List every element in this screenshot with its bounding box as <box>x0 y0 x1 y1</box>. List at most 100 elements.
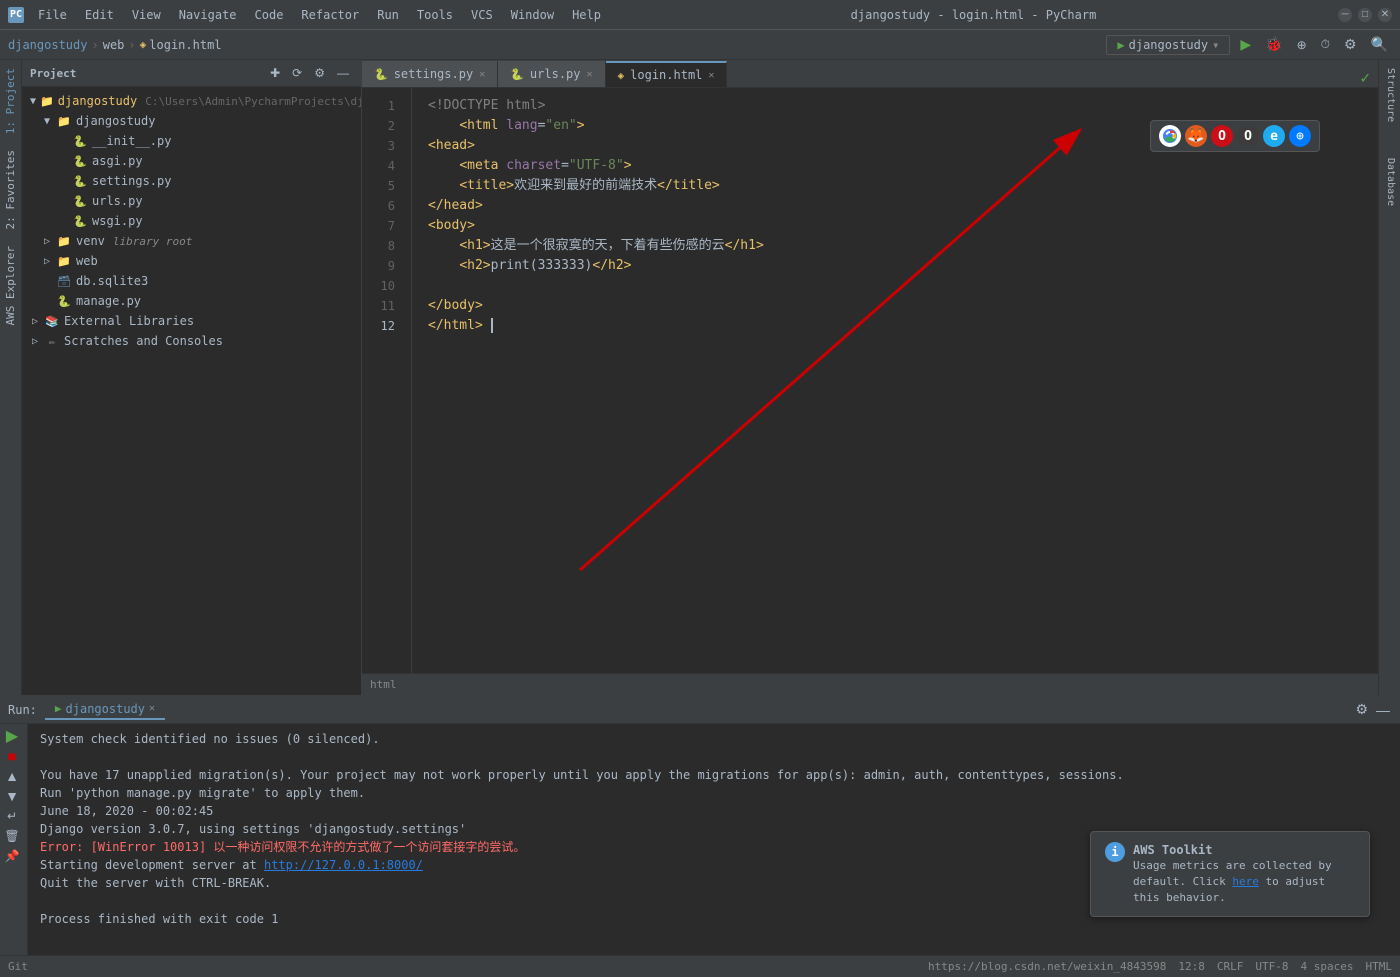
settings-button[interactable]: ⚙ <box>1340 34 1361 55</box>
status-indent: 4 spaces <box>1301 960 1354 973</box>
run-tab-icon: ▶ <box>55 702 62 715</box>
tree-arrow-web: ▷ <box>42 256 52 267</box>
left-side-tabs: 1: Project 2: Favorites AWS Explorer <box>0 60 22 695</box>
file-icon-init: 🐍 <box>72 133 88 149</box>
tab-close-urls[interactable]: ✕ <box>587 69 593 80</box>
structure-tab[interactable]: Structure <box>1379 60 1400 130</box>
new-element-button[interactable]: ✚ <box>266 64 284 82</box>
minimize-button[interactable]: ─ <box>1338 8 1352 22</box>
menu-view[interactable]: View <box>124 6 169 24</box>
coverage-button[interactable]: ⊕ <box>1293 36 1311 54</box>
menu-help[interactable]: Help <box>564 6 609 24</box>
tab-close-settings[interactable]: ✕ <box>479 69 485 80</box>
tree-item-external[interactable]: ▷ 📚 External Libraries <box>22 311 361 331</box>
menu-window[interactable]: Window <box>503 6 562 24</box>
breadcrumb-sep1: › <box>91 38 98 52</box>
dev-server-link[interactable]: http://127.0.0.1:8000/ <box>264 858 423 872</box>
tree-root-item[interactable]: ▼ 📁 djangostudy C:\Users\Admin\PycharmPr… <box>22 91 361 111</box>
run-label[interactable]: Run: <box>8 703 37 717</box>
browser-icons-panel: 🦊 O O e ⊕ <box>1150 120 1320 152</box>
clear-button[interactable]: 🗑 <box>4 828 20 844</box>
menu-vcs[interactable]: VCS <box>463 6 501 24</box>
title-bar: PC File Edit View Navigate Code Refactor… <box>0 0 1400 30</box>
project-panel-actions[interactable]: ✚ ⟳ ⚙ — <box>266 64 353 82</box>
aws-link[interactable]: here <box>1232 875 1259 888</box>
menu-edit[interactable]: Edit <box>77 6 122 24</box>
tab-login[interactable]: ◈ login.html ✕ <box>606 61 728 87</box>
menu-run[interactable]: Run <box>369 6 407 24</box>
profile-button[interactable]: ⏱ <box>1317 35 1334 54</box>
browser-opera-dark[interactable]: O <box>1237 125 1259 147</box>
menu-navigate[interactable]: Navigate <box>171 6 245 24</box>
tree-item-scratches[interactable]: ▷ ✏ Scratches and Consoles <box>22 331 361 351</box>
close-button[interactable]: ✕ <box>1378 8 1392 22</box>
breadcrumb-project[interactable]: djangostudy <box>8 38 87 52</box>
tree-item-sqlite[interactable]: ▷ 🗃 db.sqlite3 <box>22 271 361 291</box>
console-line-3: You have 17 unapplied migration(s). Your… <box>40 766 1388 784</box>
run-button[interactable]: ▶ <box>1236 34 1255 55</box>
code-line-10 <box>428 276 1378 296</box>
menu-refactor[interactable]: Refactor <box>293 6 367 24</box>
menu-file[interactable]: File <box>30 6 75 24</box>
menu-bar[interactable]: File Edit View Navigate Code Refactor Ru… <box>30 6 609 24</box>
tree-item-init[interactable]: ▷ 🐍 __init__.py <box>22 131 361 151</box>
sync-button[interactable]: ⟳ <box>288 64 306 82</box>
tab-urls[interactable]: 🐍 urls.py ✕ <box>498 61 605 87</box>
status-encoding: UTF-8 <box>1255 960 1288 973</box>
database-tab[interactable]: Database <box>1379 150 1400 214</box>
status-type: HTML <box>1366 960 1393 973</box>
run-config-selector[interactable]: ▶ djangostudy ▾ <box>1106 35 1230 55</box>
minimize-panel-button[interactable]: — <box>1374 700 1392 720</box>
tree-label-sqlite: db.sqlite3 <box>76 274 148 288</box>
run-tab-close[interactable]: ✕ <box>149 703 155 714</box>
tab-close-login[interactable]: ✕ <box>708 70 714 81</box>
browser-firefox[interactable]: 🦊 <box>1185 125 1207 147</box>
tab-settings[interactable]: 🐍 settings.py ✕ <box>362 61 498 87</box>
favorites-tab[interactable]: 2: Favorites <box>0 142 21 237</box>
tree-item-djangostudy[interactable]: ▼ 📁 djangostudy <box>22 111 361 131</box>
tree-item-urls[interactable]: ▷ 🐍 urls.py <box>22 191 361 211</box>
tree-item-asgi[interactable]: ▷ 🐍 asgi.py <box>22 151 361 171</box>
project-tab[interactable]: 1: Project <box>0 60 21 142</box>
ln-7: 7 <box>362 216 403 236</box>
code-content-area[interactable]: <!DOCTYPE html> <html lang="en"> <head> … <box>412 88 1378 673</box>
tree-arrow-venv: ▷ <box>42 236 52 247</box>
file-icon-urls: 🐍 <box>72 193 88 209</box>
pin-button[interactable]: 📌 <box>4 848 20 864</box>
browser-opera-red[interactable]: O <box>1211 125 1233 147</box>
menu-code[interactable]: Code <box>247 6 292 24</box>
tree-item-wsgi[interactable]: ▷ 🐍 wsgi.py <box>22 211 361 231</box>
breadcrumb-file[interactable]: ◈ login.html <box>140 38 222 52</box>
ln-6: 6 <box>362 196 403 216</box>
tree-label-init: __init__.py <box>92 134 171 148</box>
menu-tools[interactable]: Tools <box>409 6 461 24</box>
line-numbers: 1 2 3 4 5 6 7 8 9 10 11 12 <box>362 88 412 673</box>
aws-explorer-tab[interactable]: AWS Explorer <box>0 238 21 333</box>
wrap-button[interactable]: ↵ <box>4 808 20 824</box>
ln-9: 9 <box>362 256 403 276</box>
browser-ie[interactable]: e <box>1263 125 1285 147</box>
debug-button[interactable]: 🐞 <box>1261 34 1286 55</box>
tree-item-venv[interactable]: ▷ 📁 venv library root <box>22 231 361 251</box>
browser-safari[interactable]: ⊕ <box>1289 125 1311 147</box>
stop-button[interactable]: ■ <box>4 748 20 764</box>
run-config-icon: ▶ <box>1117 38 1124 52</box>
run-again-button[interactable]: ▶ <box>4 728 20 744</box>
code-line-6: </head> <box>428 196 1378 216</box>
breadcrumb-web[interactable]: web <box>103 38 125 52</box>
down-button[interactable]: ▼ <box>4 788 20 804</box>
settings-gear-button[interactable]: ⚙ <box>1353 699 1370 720</box>
code-editor[interactable]: 1 2 3 4 5 6 7 8 9 10 11 12 <!DOCTYPE htm… <box>362 88 1378 673</box>
tree-item-manage[interactable]: ▷ 🐍 manage.py <box>22 291 361 311</box>
up-button[interactable]: ▲ <box>4 768 20 784</box>
gear-icon[interactable]: ⚙ <box>310 64 329 82</box>
window-controls[interactable]: ─ □ ✕ <box>1338 8 1392 22</box>
run-tab-djangostudy[interactable]: ▶ djangostudy ✕ <box>45 700 165 720</box>
maximize-button[interactable]: □ <box>1358 8 1372 22</box>
code-line-8: <h1>这是一个很寂寞的天，下着有些伤感的云</h1> <box>428 236 1378 256</box>
collapse-button[interactable]: — <box>333 64 353 82</box>
tree-item-web[interactable]: ▷ 📁 web <box>22 251 361 271</box>
tree-item-settings[interactable]: ▷ 🐍 settings.py <box>22 171 361 191</box>
browser-chrome[interactable] <box>1159 125 1181 147</box>
search-button[interactable]: 🔍 <box>1367 34 1392 55</box>
